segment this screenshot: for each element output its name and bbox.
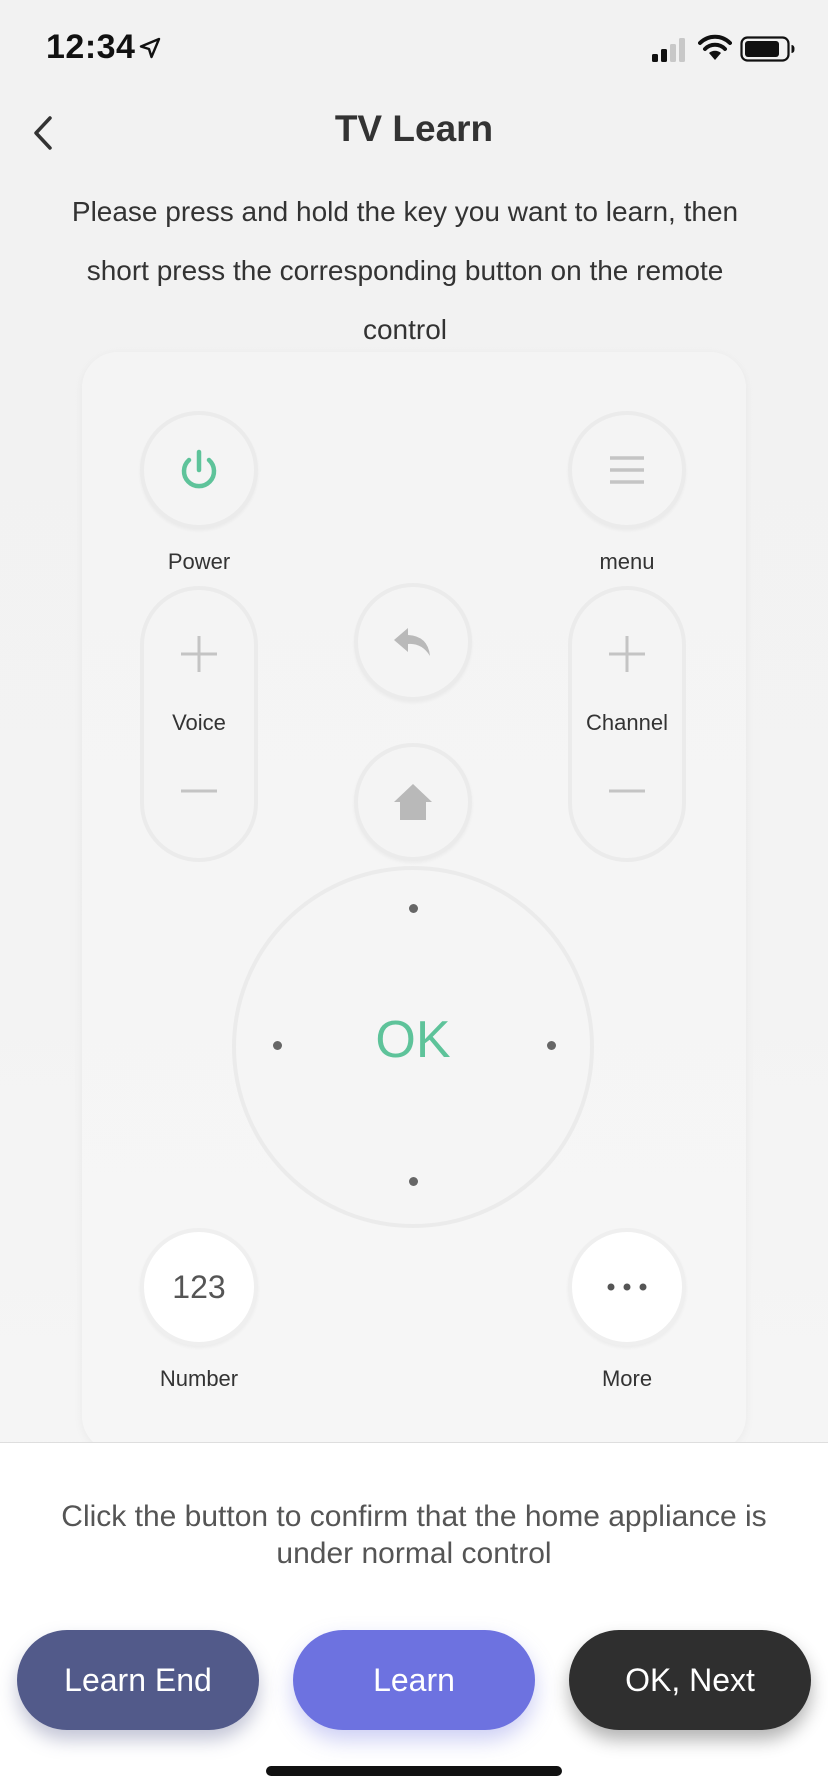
- more-label: More: [601, 1366, 653, 1391]
- bottom-sheet: [0, 1442, 828, 1792]
- dpad-left-button[interactable]: [242, 1010, 312, 1080]
- minus-icon: [181, 789, 217, 793]
- plus-icon: [181, 636, 217, 672]
- number-label: Number: [159, 1366, 239, 1391]
- hamburger-menu-icon: [610, 456, 644, 484]
- minus-icon: [609, 789, 645, 793]
- voice-up-button[interactable]: [144, 614, 254, 694]
- home-button[interactable]: [354, 743, 472, 861]
- return-button[interactable]: [354, 583, 472, 701]
- number-button-text: 123: [172, 1268, 226, 1305]
- dpad-down-button[interactable]: [378, 1146, 448, 1216]
- battery-icon: [740, 36, 795, 62]
- up-dot-icon: [408, 903, 418, 913]
- channel-up-button[interactable]: [572, 614, 682, 694]
- wifi-icon: [698, 34, 732, 60]
- dpad-right-button[interactable]: [516, 1010, 586, 1080]
- ellipsis-icon: [607, 1283, 647, 1291]
- status-time: 12:34: [46, 28, 136, 66]
- menu-label: menu: [599, 549, 655, 574]
- cellular-signal-icon: [652, 38, 685, 62]
- location-arrow-icon: [139, 37, 161, 59]
- home-icon: [394, 784, 432, 820]
- menu-button[interactable]: [568, 411, 686, 529]
- more-button[interactable]: [568, 1228, 686, 1346]
- number-button[interactable]: 123: [140, 1228, 258, 1346]
- ok-button[interactable]: OK: [330, 1010, 496, 1070]
- learn-button[interactable]: Learn: [293, 1630, 535, 1730]
- voice-down-button[interactable]: [144, 751, 254, 831]
- right-dot-icon: [546, 1040, 556, 1050]
- home-indicator: [266, 1766, 562, 1776]
- page-title: TV Learn: [334, 108, 494, 149]
- confirm-text: Click the button to confirm that the hom…: [61, 1500, 767, 1570]
- channel-down-button[interactable]: [572, 751, 682, 831]
- voice-label: Voice: [172, 710, 226, 735]
- left-dot-icon: [272, 1040, 282, 1050]
- instruction-text: Please press and hold the key you want t…: [71, 196, 739, 345]
- plus-icon: [609, 636, 645, 672]
- return-arrow-icon: [394, 628, 430, 656]
- dpad-up-button[interactable]: [378, 873, 448, 943]
- learn-end-button[interactable]: Learn End: [17, 1630, 259, 1730]
- power-label: Power: [167, 549, 231, 574]
- power-icon: [181, 449, 217, 489]
- channel-label: Channel: [586, 710, 668, 735]
- down-dot-icon: [408, 1176, 418, 1186]
- power-button[interactable]: [140, 411, 258, 529]
- ok-next-button[interactable]: OK, Next: [569, 1630, 811, 1730]
